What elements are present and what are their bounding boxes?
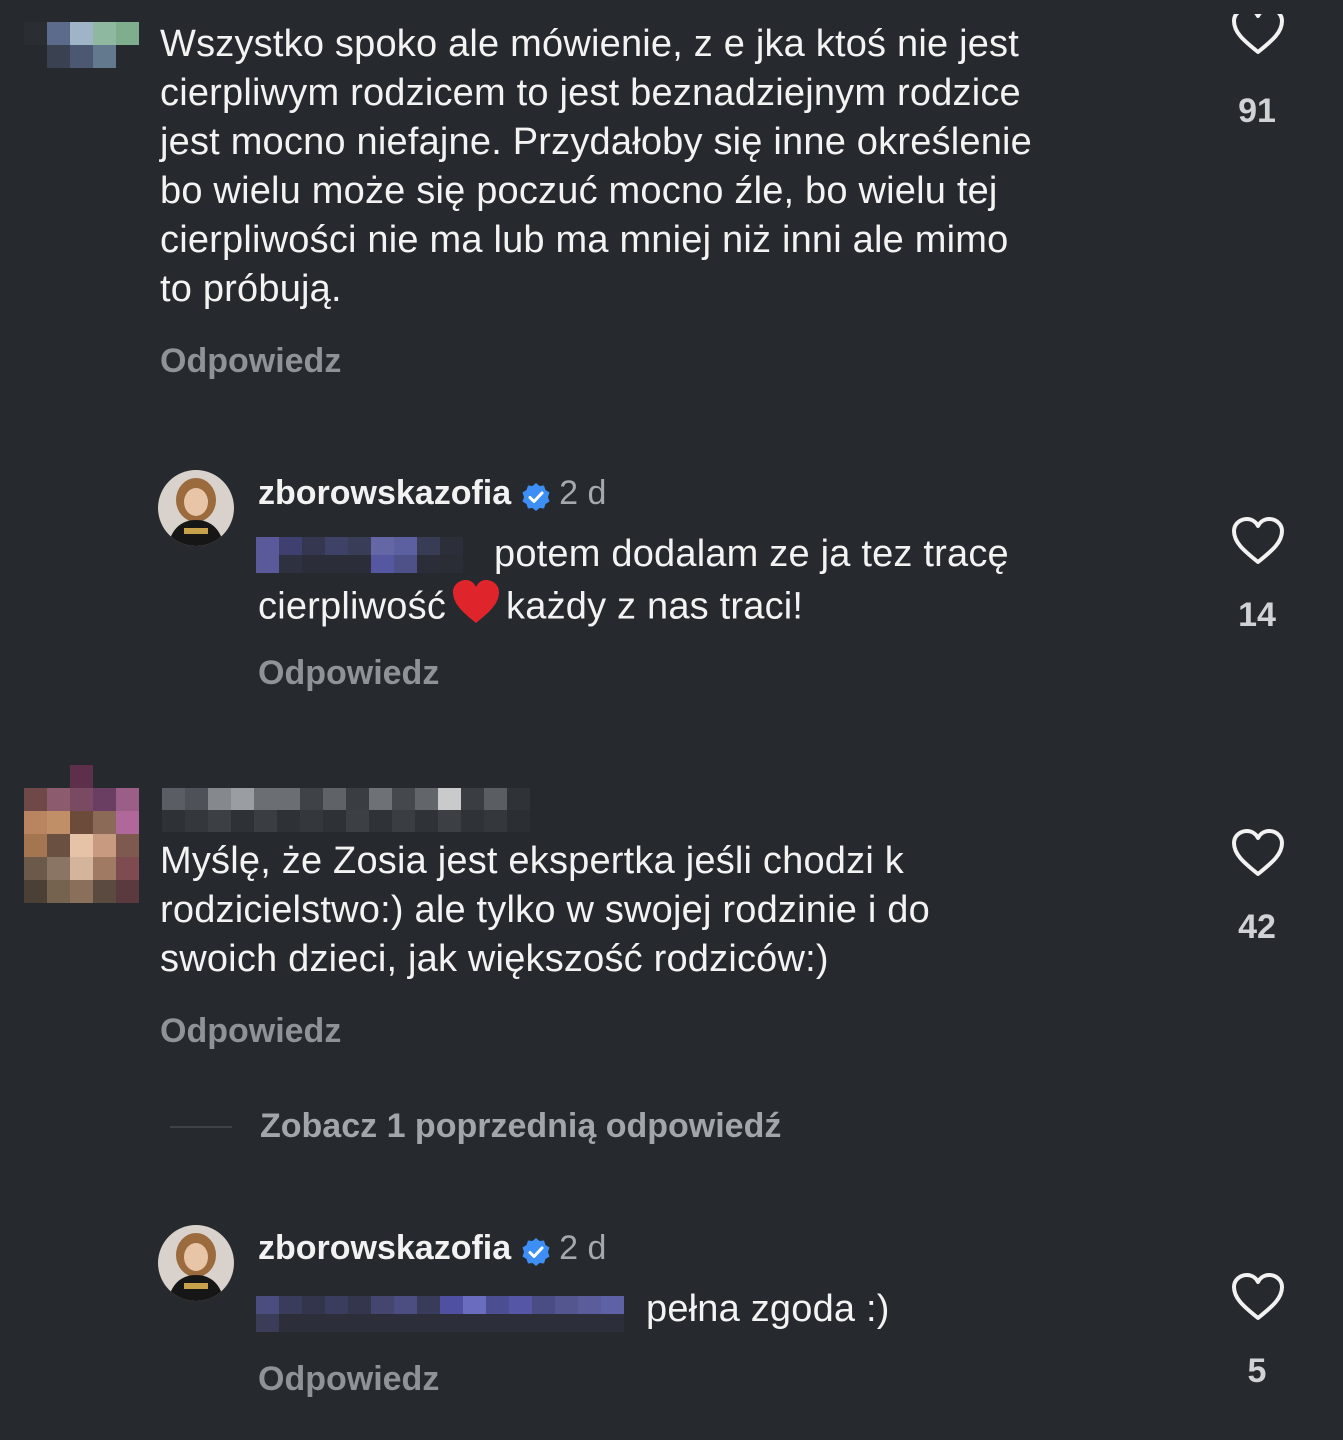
comment-text: Myślę, że Zosia jest ekspertka jeśli cho…	[160, 840, 930, 980]
username[interactable]: zborowskazofia	[258, 474, 511, 512]
reply-text-line-1: potem dodalam ze ja tez tracę	[494, 533, 1009, 575]
avatar[interactable]	[158, 470, 234, 546]
username[interactable]: zborowskazofia	[258, 1229, 511, 1267]
heart-outline-icon[interactable]	[1231, 1272, 1285, 1322]
heart-outline-icon[interactable]	[1231, 828, 1285, 878]
like-count: 42	[1238, 908, 1276, 946]
heart-emoji-svg	[453, 580, 500, 623]
reply-button[interactable]: Odpowiedz	[258, 654, 439, 693]
avatar[interactable]	[158, 1225, 234, 1301]
avatar-pixelated[interactable]	[24, 22, 139, 68]
like-count: 14	[1238, 596, 1276, 634]
view-previous-replies-button[interactable]: Zobacz 1 poprzednią odpowiedź	[260, 1107, 781, 1146]
heart-outline-icon[interactable]	[1231, 14, 1285, 60]
reply-button[interactable]: Odpowiedz	[160, 342, 341, 381]
verified-badge-icon	[522, 1237, 550, 1266]
like-count: 91	[1238, 92, 1276, 130]
like-count: 5	[1247, 1352, 1267, 1390]
reply-text: potem dodalam ze ja tez tracę cierpliwoś…	[258, 530, 1218, 638]
reply-text: pełna zgoda :)	[646, 1288, 890, 1330]
verified-badge-icon	[522, 482, 550, 511]
thread-line	[170, 1126, 232, 1128]
heart-emoji-icon	[446, 579, 506, 638]
reply-header: zborowskazofia 2 d	[258, 1229, 606, 1270]
avatar-pixelated[interactable]	[24, 765, 139, 903]
mention-pixelated[interactable]	[256, 1296, 624, 1332]
comment-text: Wszystko spoko ale mówienie, z e jka kto…	[160, 23, 1033, 310]
heart-outline-icon[interactable]	[1231, 516, 1285, 566]
reply-text-part: cierpliwość	[258, 585, 447, 628]
reply-text-part: każdy z nas traci!	[506, 585, 804, 628]
reply-text-line-2: cierpliwość każdy z nas traci!	[258, 579, 1218, 638]
timestamp: 2 d	[559, 474, 607, 512]
reply-button[interactable]: Odpowiedz	[258, 1360, 439, 1399]
timestamp: 2 d	[559, 1229, 607, 1267]
reply-button[interactable]: Odpowiedz	[160, 1012, 341, 1051]
reply-header: zborowskazofia 2 d	[258, 474, 606, 515]
username-pixelated[interactable]	[162, 788, 530, 832]
